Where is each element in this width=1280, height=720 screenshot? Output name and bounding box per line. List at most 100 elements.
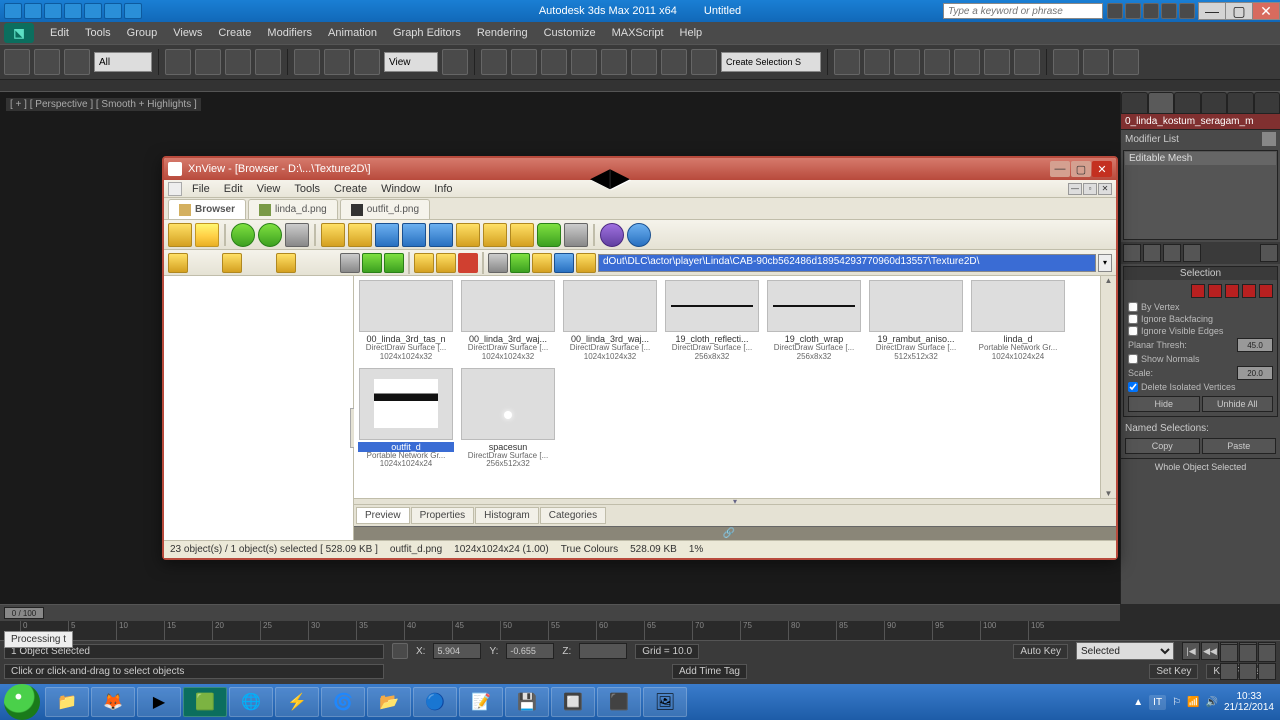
display-tab-icon[interactable] bbox=[1227, 92, 1254, 114]
material-editor-icon[interactable] bbox=[1014, 49, 1040, 75]
thumbnail-item[interactable]: 19_rambut_aniso...DirectDraw Surface [..… bbox=[866, 278, 966, 364]
object-name-field[interactable]: 0_linda_kostum_seragam_m bbox=[1121, 114, 1280, 130]
y-coord-input[interactable]: -0.655 bbox=[506, 643, 554, 659]
options-icon[interactable] bbox=[564, 223, 588, 247]
xn-minimize-button[interactable]: — bbox=[1050, 161, 1070, 177]
home-icon[interactable] bbox=[276, 253, 296, 273]
tray-icon[interactable]: ▲ bbox=[1133, 697, 1143, 708]
unlink-icon[interactable] bbox=[34, 49, 60, 75]
task-app[interactable]: 🔲 bbox=[551, 687, 595, 717]
modify-tab-icon[interactable] bbox=[1148, 92, 1175, 114]
select-icon[interactable] bbox=[165, 49, 191, 75]
layers-icon[interactable] bbox=[894, 49, 920, 75]
pin-stack-icon[interactable] bbox=[1123, 244, 1141, 262]
make-unique-icon[interactable] bbox=[1163, 244, 1181, 262]
menu-item[interactable]: Rendering bbox=[469, 27, 536, 39]
menu-item[interactable]: Info bbox=[428, 183, 458, 195]
modifier-stack[interactable]: Editable Mesh bbox=[1123, 150, 1278, 240]
mdi-doc-icon[interactable] bbox=[168, 182, 182, 196]
path-input[interactable]: dOut\DLC\actor\player\Linda\CAB-90cb5624… bbox=[598, 254, 1096, 272]
xnview-title-bar[interactable]: XnView - [Browser - D:\...\Texture2D\] —… bbox=[164, 158, 1116, 180]
application-menu-icon[interactable]: ⬔ bbox=[4, 23, 34, 43]
bind-spacewarp-icon[interactable] bbox=[64, 49, 90, 75]
task-firefox[interactable]: 🦊 bbox=[91, 687, 135, 717]
modifier-list-combo[interactable]: Modifier List bbox=[1125, 134, 1179, 145]
thumbnail-item[interactable]: outfit_dPortable Network Gr...1024x1024x… bbox=[356, 366, 456, 472]
rollout-header[interactable]: Selection bbox=[1124, 267, 1277, 280]
exchange-icon[interactable] bbox=[1143, 3, 1159, 19]
key-target-combo[interactable]: Selected bbox=[1076, 642, 1174, 660]
planar-spinner[interactable]: 45.0 bbox=[1237, 338, 1273, 352]
task-explorer[interactable]: 📁 bbox=[45, 687, 89, 717]
web-icon[interactable] bbox=[537, 223, 561, 247]
menu-item[interactable]: Tools bbox=[288, 183, 326, 195]
qat-btn[interactable] bbox=[64, 3, 82, 19]
thumbnail-item[interactable]: 00_linda_3rd_waj...DirectDraw Surface [.… bbox=[458, 278, 558, 364]
menu-item[interactable]: Modifiers bbox=[259, 27, 320, 39]
configure-sets-icon[interactable] bbox=[1260, 244, 1278, 262]
edge-subobj-icon[interactable] bbox=[1208, 284, 1222, 298]
qat-btn[interactable] bbox=[124, 3, 142, 19]
menu-item[interactable]: Animation bbox=[320, 27, 385, 39]
tray-volume-icon[interactable]: 🔊 bbox=[1205, 697, 1217, 708]
tab-preview[interactable]: Preview bbox=[356, 507, 410, 524]
mdi-minimize-button[interactable]: — bbox=[1068, 183, 1082, 195]
spinner-snap-icon[interactable] bbox=[631, 49, 657, 75]
menu-item[interactable]: File bbox=[186, 183, 216, 195]
back-icon[interactable] bbox=[231, 223, 255, 247]
folder-up-icon[interactable] bbox=[168, 253, 188, 273]
unhide-all-button[interactable]: Unhide All bbox=[1202, 396, 1274, 412]
curve-editor-icon[interactable] bbox=[954, 49, 980, 75]
task-app[interactable]: 🌀 bbox=[321, 687, 365, 717]
thumbnail-item[interactable]: 00_linda_3rd_tas_nDirectDraw Surface [..… bbox=[356, 278, 456, 364]
menu-item[interactable]: Create bbox=[328, 183, 373, 195]
menu-item[interactable]: Edit bbox=[218, 183, 249, 195]
thumbnail-grid[interactable]: 00_linda_3rd_tas_nDirectDraw Surface [..… bbox=[354, 276, 1100, 498]
named-selection-icon[interactable] bbox=[661, 49, 687, 75]
favorites-icon[interactable] bbox=[1161, 3, 1177, 19]
remove-modifier-icon[interactable] bbox=[1183, 244, 1201, 262]
ignore-visible-checkbox[interactable] bbox=[1128, 326, 1138, 336]
time-slider-thumb[interactable]: 0 / 100 bbox=[4, 607, 44, 619]
language-indicator[interactable]: IT bbox=[1149, 695, 1166, 710]
time-ruler[interactable]: 0510152025303540455055606570758085909510… bbox=[0, 621, 1120, 641]
mirror-icon[interactable] bbox=[834, 49, 860, 75]
mdi-close-button[interactable]: ✕ bbox=[1098, 183, 1112, 195]
create-tab-icon[interactable] bbox=[1121, 92, 1148, 114]
folder-tree[interactable] bbox=[164, 276, 354, 540]
goto-start-icon[interactable]: |◀ bbox=[1182, 642, 1200, 660]
render-setup-icon[interactable] bbox=[1053, 49, 1079, 75]
tray-icon[interactable]: ⚐ bbox=[1172, 697, 1181, 708]
task-3dsmax[interactable]: 🟩 bbox=[183, 687, 227, 717]
rotate-icon[interactable] bbox=[324, 49, 350, 75]
forward-icon[interactable] bbox=[258, 223, 282, 247]
up-folder-icon[interactable] bbox=[321, 223, 345, 247]
named-selection-combo[interactable]: Create Selection S bbox=[721, 52, 821, 72]
task-skype[interactable]: 🔵 bbox=[413, 687, 457, 717]
xn-close-button[interactable]: ✕ bbox=[1092, 161, 1112, 177]
system-clock[interactable]: 10:33 21/12/2014 bbox=[1224, 691, 1274, 713]
time-slider-track[interactable]: 0 / 100 bbox=[0, 605, 1120, 621]
menu-item[interactable]: MAXScript bbox=[604, 27, 672, 39]
tab-browser[interactable]: Browser bbox=[168, 199, 246, 219]
motion-tab-icon[interactable] bbox=[1201, 92, 1228, 114]
email-icon[interactable] bbox=[456, 223, 480, 247]
show-normals-checkbox[interactable] bbox=[1128, 354, 1138, 364]
tab-properties[interactable]: Properties bbox=[411, 507, 475, 524]
qat-btn[interactable] bbox=[24, 3, 42, 19]
stack-item[interactable]: Editable Mesh bbox=[1125, 152, 1276, 165]
rendered-frame-icon[interactable] bbox=[1083, 49, 1109, 75]
task-media[interactable]: ▶ bbox=[137, 687, 181, 717]
menu-item[interactable]: Tools bbox=[77, 27, 119, 39]
lock-icon[interactable] bbox=[392, 643, 408, 659]
snap-icon[interactable] bbox=[541, 49, 567, 75]
tab-categories[interactable]: Categories bbox=[540, 507, 606, 524]
ns-paste-button[interactable]: Paste bbox=[1202, 438, 1277, 454]
menu-item[interactable]: View bbox=[251, 183, 287, 195]
scale-spinner[interactable]: 20.0 bbox=[1237, 366, 1273, 380]
menu-item[interactable]: Customize bbox=[536, 27, 604, 39]
move-to-icon[interactable] bbox=[436, 253, 456, 273]
auto-key-button[interactable]: Auto Key bbox=[1013, 644, 1068, 659]
convert-icon[interactable] bbox=[483, 223, 507, 247]
prev-frame-icon[interactable]: ◀◀ bbox=[1201, 642, 1219, 660]
